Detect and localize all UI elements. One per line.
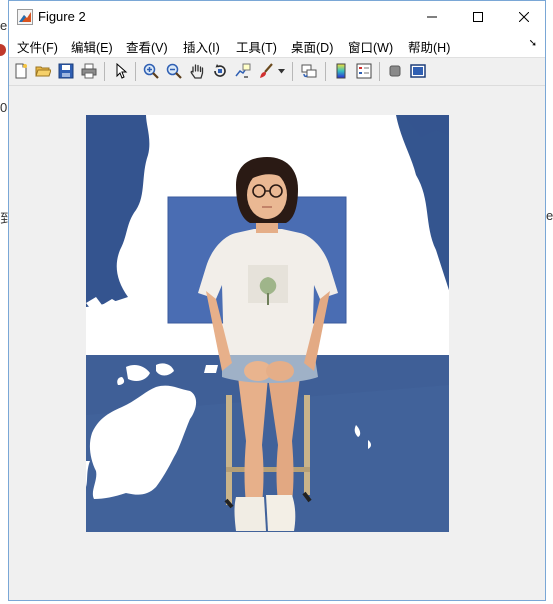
rotate-3d-icon xyxy=(214,64,226,77)
maximize-icon xyxy=(473,11,483,22)
minimize-icon xyxy=(427,16,437,17)
brush-icon xyxy=(260,63,273,78)
save-icon xyxy=(58,63,74,79)
data-cursor-button[interactable] xyxy=(233,61,253,81)
pointer-button[interactable] xyxy=(111,61,131,81)
toolbar-separator xyxy=(325,62,326,81)
hide-plot-tools-button[interactable] xyxy=(385,61,405,81)
zoom-out-icon xyxy=(166,63,182,79)
window-title: Figure 2 xyxy=(38,9,86,24)
link-plot-icon xyxy=(301,64,317,78)
background-text: e xyxy=(0,18,8,33)
rotate-3d-button[interactable] xyxy=(210,61,230,81)
menu-edit[interactable]: 编辑(E) xyxy=(71,37,113,56)
pointer-icon xyxy=(116,63,128,79)
new-figure-icon xyxy=(15,63,27,79)
toolbar-separator xyxy=(379,62,380,81)
link-plot-button[interactable] xyxy=(299,61,319,81)
open-file-icon xyxy=(35,66,51,77)
background-text: 0 xyxy=(0,100,8,115)
maximize-button[interactable] xyxy=(455,1,501,32)
data-cursor-icon xyxy=(235,63,251,78)
menu-tools[interactable]: 工具(T) xyxy=(236,37,277,56)
close-button[interactable] xyxy=(501,1,547,32)
show-plot-tools-icon xyxy=(410,64,426,78)
toolbar-separator xyxy=(292,62,293,81)
brush-button[interactable] xyxy=(256,61,276,81)
legend-button[interactable] xyxy=(354,61,374,81)
close-icon xyxy=(519,11,529,22)
menu-help[interactable]: 帮助(H) xyxy=(408,37,450,56)
print-icon xyxy=(81,63,97,79)
background-app-indicator xyxy=(0,44,6,56)
zoom-in-button[interactable] xyxy=(141,61,161,81)
matlab-icon xyxy=(17,9,33,25)
colorbar-button[interactable] xyxy=(331,61,351,81)
menu-file[interactable]: 文件(F) xyxy=(17,37,58,56)
toolbar-separator xyxy=(104,62,105,81)
colorbar-icon xyxy=(336,63,346,79)
print-button[interactable] xyxy=(79,61,99,81)
image-content xyxy=(86,115,449,532)
save-button[interactable] xyxy=(56,61,76,81)
figure-toolbar xyxy=(9,58,545,86)
toolbar-separator xyxy=(135,62,136,81)
segmented-image xyxy=(86,115,449,532)
menu-desktop[interactable]: 桌面(D) xyxy=(291,37,333,56)
legend-icon xyxy=(356,63,372,79)
background-text: e xyxy=(546,208,553,223)
chevron-down-icon xyxy=(277,68,285,73)
new-figure-button[interactable] xyxy=(11,61,31,81)
pan-button[interactable] xyxy=(187,61,207,81)
open-file-button[interactable] xyxy=(33,61,53,81)
menu-window[interactable]: 窗口(W) xyxy=(348,37,393,56)
menu-view[interactable]: 查看(V) xyxy=(126,37,168,56)
menu-bar: 文件(F) 编辑(E) 查看(V) 插入(I) 工具(T) 桌面(D) 窗口(W… xyxy=(9,32,545,58)
minimize-button[interactable] xyxy=(409,1,455,32)
pan-icon xyxy=(190,64,204,79)
title-bar[interactable]: Figure 2 xyxy=(9,1,545,32)
dock-arrow-icon[interactable]: ➘ xyxy=(529,38,537,49)
zoom-out-button[interactable] xyxy=(164,61,184,81)
hide-plot-tools-icon xyxy=(389,65,401,77)
show-plot-tools-button[interactable] xyxy=(408,61,428,81)
zoom-in-icon xyxy=(143,63,159,79)
menu-insert[interactable]: 插入(I) xyxy=(183,37,220,56)
brush-dropdown[interactable] xyxy=(276,61,286,81)
